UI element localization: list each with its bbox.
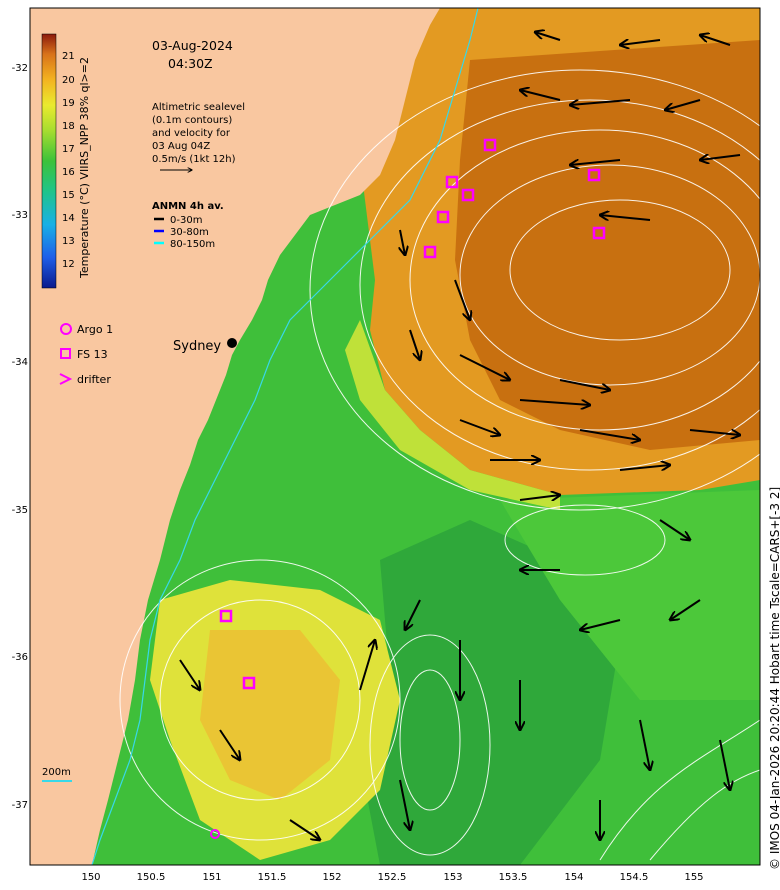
drifter-legend-label: drifter (77, 373, 111, 386)
cb-tick-18: 18 (62, 121, 75, 132)
anmn-title: ANMN 4h av. (152, 201, 224, 212)
fs-legend-label: FS 13 (77, 348, 108, 361)
y-tick-37: -37 (12, 800, 28, 811)
anmn-30-80-label: 30-80m (170, 227, 209, 238)
anmn-0-30-label: 0-30m (170, 215, 202, 226)
sydney-dot (227, 338, 237, 348)
x-tick-155: 155 (684, 872, 703, 883)
cb-tick-12: 12 (62, 259, 75, 270)
city-label: Sydney (173, 339, 221, 354)
argo-legend-label: Argo 1 (77, 323, 113, 336)
anmn-80-150-label: 80-150m (170, 239, 215, 250)
x-tick-151.5: 151.5 (258, 872, 287, 883)
cb-tick-15: 15 (62, 190, 75, 201)
x-tick-154.5: 154.5 (620, 872, 649, 883)
altimetry-line-5: 0.5m/s (1kt 12h) (152, 154, 236, 165)
x-tick-152.5: 152.5 (378, 872, 407, 883)
isobath-legend-line (42, 780, 72, 782)
y-tick-33: -33 (12, 210, 28, 221)
cb-tick-21: 21 (62, 51, 75, 62)
title-date: 03-Aug-2024 (152, 38, 233, 53)
colorbar-label: Temperature (°C) VIIRS_NPP 38% ql>=2 (78, 57, 91, 279)
x-tick-152: 152 (322, 872, 341, 883)
altimetry-line-4: 03 Aug 04Z (152, 141, 210, 152)
title-time: 04:30Z (168, 56, 213, 71)
sst-map: 03-Aug-2024 04:30Z Altimetric sealevel (… (12, 7, 780, 883)
y-tick-35: -35 (12, 505, 28, 516)
y-tick-36: -36 (12, 652, 28, 663)
altimetry-line-3: and velocity for (152, 128, 231, 139)
isobath-label: 200m (42, 767, 71, 778)
x-tick-151: 151 (202, 872, 221, 883)
colorbar-gradient (41, 33, 57, 289)
cb-tick-17: 17 (62, 144, 75, 155)
x-tick-153.5: 153.5 (499, 872, 528, 883)
credit-text: © IMOS 04-Jan-2026 20:20:44 Hobart time … (768, 487, 780, 870)
cb-tick-16: 16 (62, 167, 75, 178)
x-tick-150.5: 150.5 (137, 872, 166, 883)
y-axis: -32 -33 -34 -35 -36 -37 (12, 63, 28, 811)
altimetry-line-2: (0.1m contours) (152, 115, 232, 126)
cb-tick-13: 13 (62, 236, 75, 247)
plot-area (30, 8, 760, 865)
cb-tick-20: 20 (62, 75, 75, 86)
altimetry-line-1: Altimetric sealevel (152, 102, 245, 113)
cb-tick-19: 19 (62, 98, 75, 109)
x-tick-150: 150 (81, 872, 100, 883)
y-tick-34: -34 (12, 357, 28, 368)
y-tick-32: -32 (12, 63, 28, 74)
x-axis: 150 150.5 151 151.5 152 152.5 153 153.5 … (81, 872, 703, 883)
cb-tick-14: 14 (62, 213, 75, 224)
x-tick-154: 154 (564, 872, 583, 883)
x-tick-153: 153 (443, 872, 462, 883)
